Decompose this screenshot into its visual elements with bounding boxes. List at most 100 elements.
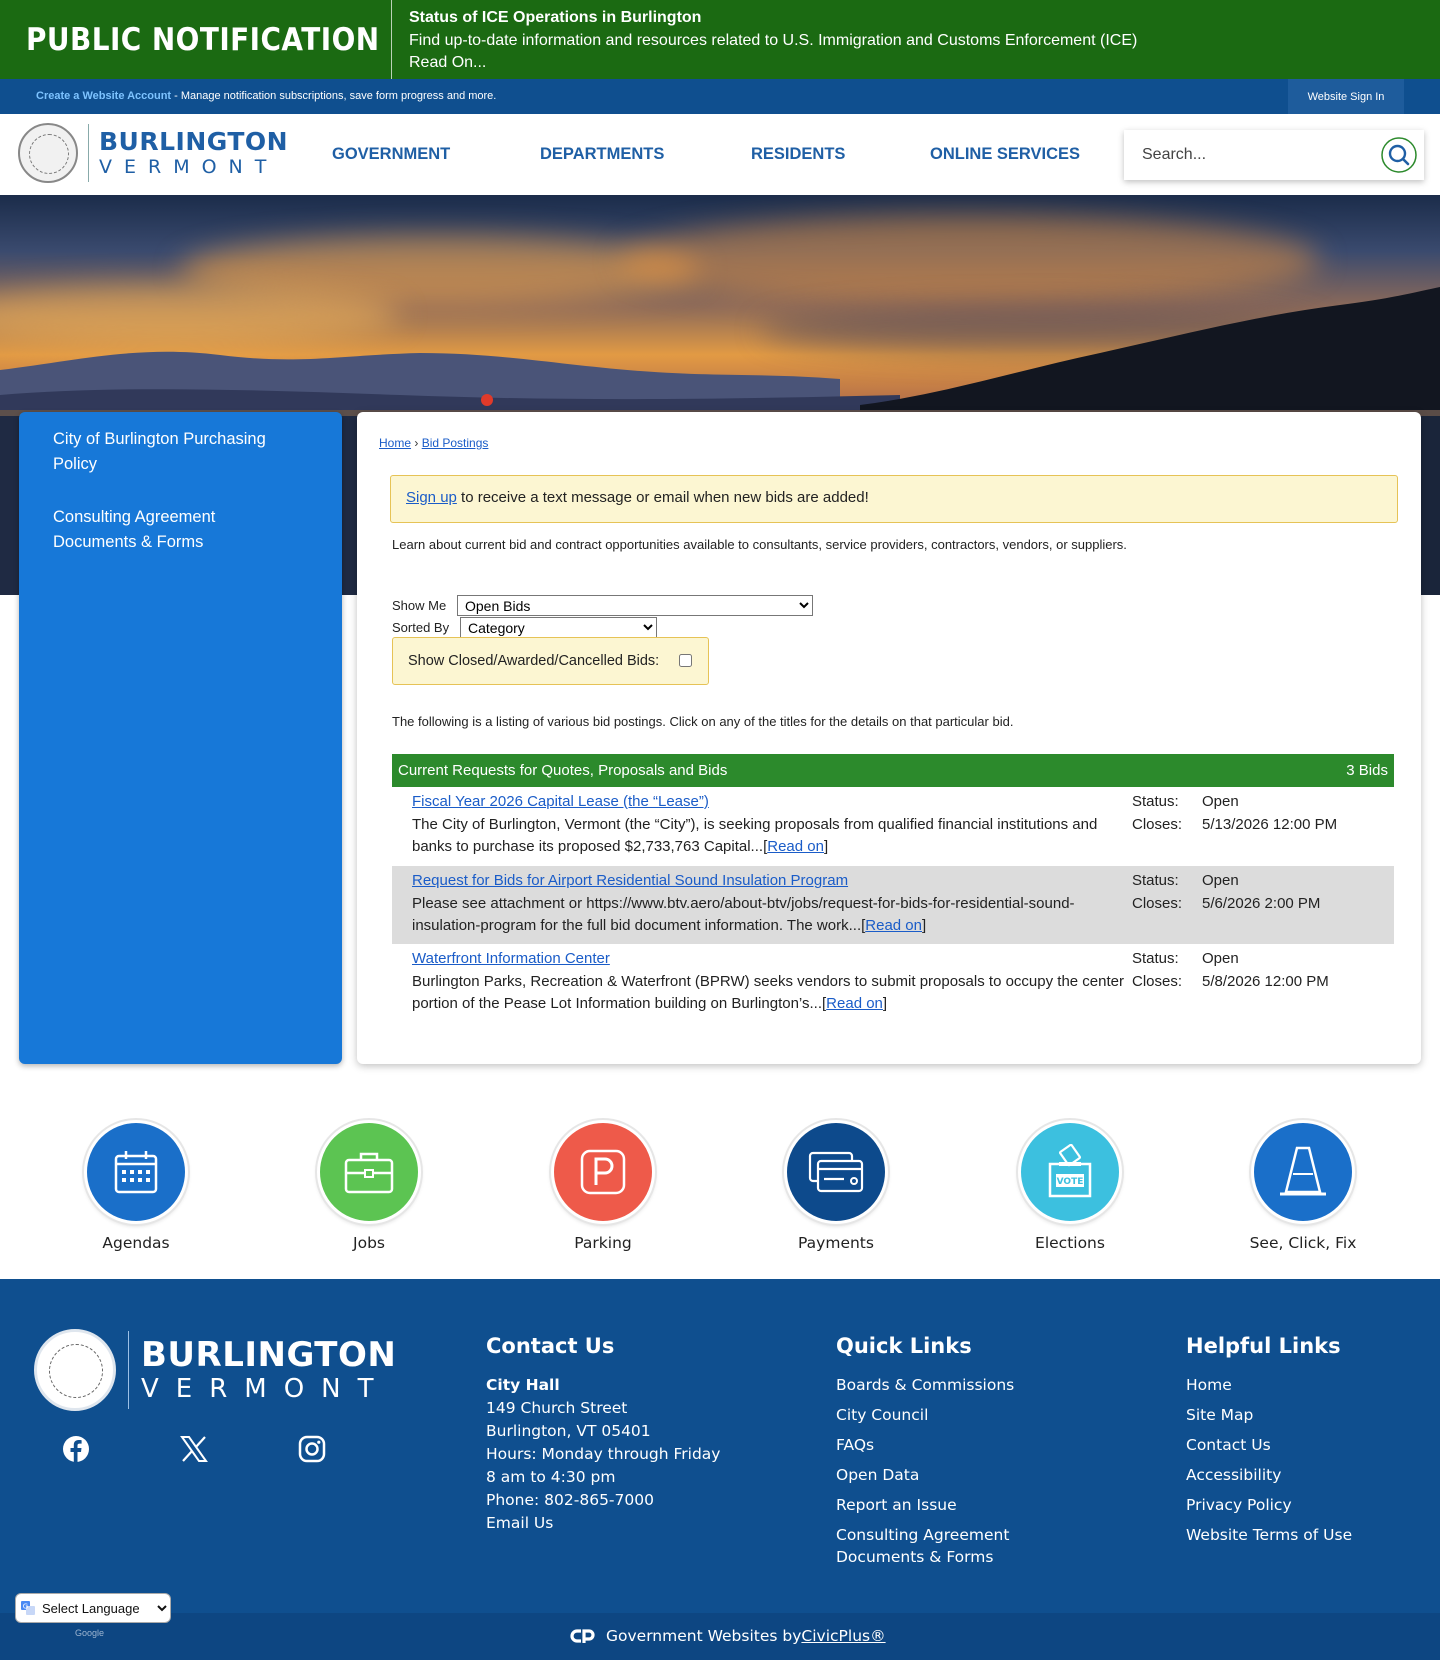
translate-icon: G [21, 1601, 35, 1615]
contact-hours: Hours: Monday through Friday [486, 1445, 721, 1463]
nav-government[interactable]: GOVERNMENT [332, 145, 450, 164]
briefcase-icon [344, 1152, 394, 1194]
bid-title-link[interactable]: Fiscal Year 2026 Capital Lease (the “Lea… [412, 793, 709, 810]
quick-link-elections[interactable]: VOTE Elections [1000, 1120, 1140, 1252]
payments-label: Payments [798, 1234, 874, 1252]
nav-online-services[interactable]: ONLINE SERVICES [930, 145, 1080, 164]
payment-card-icon [808, 1151, 864, 1193]
show-me-select[interactable]: Open Bids [457, 595, 813, 616]
quick-link-see-click-fix[interactable]: See, Click, Fix [1233, 1120, 1373, 1252]
sidebar-item-purchasing-policy[interactable]: City of Burlington Purchasing Policy [53, 427, 303, 477]
site-footer: BURLINGTON VERMONT Contact Us City Hall … [0, 1279, 1440, 1613]
footer-logo[interactable]: BURLINGTON VERMONT [34, 1329, 396, 1411]
elections-label: Elections [1035, 1234, 1105, 1252]
bid-row: Request for Bids for Airport Residential… [392, 866, 1394, 944]
x-twitter-icon[interactable] [179, 1434, 209, 1464]
bid-meta: Status: Open Closes: 5/8/2026 12:00 PM [1132, 948, 1392, 993]
nav-residents[interactable]: RESIDENTS [751, 145, 845, 164]
civicplus-link[interactable]: CivicPlus® [801, 1627, 885, 1645]
quick-link-agendas[interactable]: Agendas [66, 1120, 206, 1252]
bid-closes: 5/6/2026 2:00 PM [1202, 894, 1321, 912]
footer-link-privacy-policy[interactable]: Privacy Policy [1186, 1494, 1352, 1516]
sorted-by-label: Sorted By [392, 620, 450, 635]
breadcrumb-home[interactable]: Home [379, 436, 411, 450]
bid-read-on-link[interactable]: Read on [767, 838, 824, 855]
create-account-description: - Manage notification subscriptions, sav… [171, 90, 497, 102]
breadcrumb: Home › Bid Postings [379, 436, 488, 450]
footer-link-open-data[interactable]: Open Data [836, 1464, 1026, 1486]
sidebar-item-consulting-agreement[interactable]: Consulting Agreement Documents & Forms [53, 505, 303, 555]
bid-closes-label: Closes: [1132, 972, 1183, 990]
bid-read-on-link[interactable]: Read on [826, 995, 883, 1012]
jobs-label: Jobs [353, 1234, 385, 1252]
agendas-circle [84, 1120, 188, 1224]
footer-logo-line-1: BURLINGTON [141, 1335, 397, 1375]
logo-divider [88, 124, 89, 182]
instagram-icon[interactable] [297, 1434, 327, 1464]
signup-text: to receive a text message or email when … [456, 489, 869, 506]
bid-description: Please see attachment or https://www.btv… [412, 894, 1075, 935]
logo-line-1: BURLINGTON [99, 127, 289, 156]
facebook-icon[interactable] [61, 1434, 91, 1464]
create-account-link[interactable]: Create a Website Account [36, 90, 171, 102]
signup-link[interactable]: Sign up [406, 489, 457, 506]
bid-meta: Status: Open Closes: 5/6/2026 2:00 PM [1132, 870, 1392, 915]
bid-status-label: Status: [1132, 872, 1179, 889]
footer-logo-line-2: VERMONT [141, 1374, 391, 1404]
footer-link-consulting-agreement[interactable]: Consulting Agreement Documents & Forms [836, 1524, 1026, 1568]
bid-title-link[interactable]: Waterfront Information Center [412, 950, 610, 967]
bid-status-label: Status: [1132, 793, 1179, 810]
breadcrumb-separator: › [414, 436, 419, 450]
language-select[interactable]: Select Language [15, 1593, 171, 1623]
site-header: BURLINGTON VERMONT GOVERNMENT DEPARTMENT… [0, 114, 1440, 195]
footer-link-city-council[interactable]: City Council [836, 1404, 1026, 1426]
signup-notice: Sign up to receive a text message or ema… [390, 475, 1398, 523]
footer-link-terms-of-use[interactable]: Website Terms of Use [1186, 1524, 1352, 1546]
website-sign-in-button[interactable]: Website Sign In [1288, 79, 1404, 114]
contact-address-street: 149 Church Street [486, 1399, 628, 1417]
google-translate-note: Google [75, 1628, 105, 1638]
sorted-by-select[interactable]: Category [460, 617, 657, 638]
breadcrumb-bid-postings[interactable]: Bid Postings [422, 436, 489, 450]
footer-link-accessibility[interactable]: Accessibility [1186, 1464, 1352, 1486]
intro-text: Learn about current bid and contract opp… [392, 537, 1127, 552]
bid-status: Open [1202, 950, 1239, 967]
bid-read-on-link[interactable]: Read on [865, 917, 922, 934]
contact-address-city: Burlington, VT 05401 [486, 1422, 651, 1440]
footer-link-boards[interactable]: Boards & Commissions [836, 1374, 1026, 1396]
bid-description: The City of Burlington, Vermont (the “Ci… [412, 815, 1098, 856]
show-closed-bids-label: Show Closed/Awarded/Cancelled Bids: [408, 653, 660, 669]
alert-read-on-link[interactable]: Read On... [409, 52, 1137, 75]
contact-email-link[interactable]: Email Us [486, 1512, 720, 1535]
footer-link-site-map[interactable]: Site Map [1186, 1404, 1352, 1426]
bid-status: Open [1202, 793, 1239, 810]
burlington-logo[interactable]: BURLINGTON VERMONT [18, 123, 288, 183]
bid-row: Fiscal Year 2026 Capital Lease (the “Lea… [392, 787, 1394, 865]
alert-message[interactable]: Status of ICE Operations in Burlington F… [392, 0, 1137, 79]
footer-link-report-issue[interactable]: Report an Issue [836, 1494, 1026, 1516]
footer-link-contact-us[interactable]: Contact Us [1186, 1434, 1352, 1456]
public-notification-banner: PUBLIC NOTIFICATION Status of ICE Operat… [0, 0, 1440, 79]
logo-line-2: VERMONT [99, 156, 279, 178]
bid-title-link[interactable]: Request for Bids for Airport Residential… [412, 872, 848, 889]
search-input[interactable] [1134, 138, 1374, 172]
nav-departments[interactable]: DEPARTMENTS [540, 145, 664, 164]
quick-link-payments[interactable]: Payments [766, 1120, 906, 1252]
search-button[interactable] [1380, 137, 1418, 173]
contact-name: City Hall [486, 1376, 560, 1394]
show-me-label: Show Me [392, 598, 447, 613]
quick-links-heading: Quick Links [836, 1334, 972, 1358]
bids-category-header: Current Requests for Quotes, Proposals a… [392, 754, 1394, 787]
contact-phone: Phone: 802-865-7000 [486, 1491, 654, 1509]
agendas-label: Agendas [102, 1234, 170, 1252]
payments-circle [784, 1120, 888, 1224]
footer-link-faqs[interactable]: FAQs [836, 1434, 1026, 1456]
show-closed-bids-checkbox[interactable] [679, 654, 692, 667]
footer-link-home[interactable]: Home [1186, 1374, 1352, 1396]
footer-helpful-links-column: Helpful Links Home Site Map Contact Us A… [1186, 1334, 1352, 1554]
powered-by-text: Government Websites by [606, 1627, 802, 1645]
alert-heading[interactable]: Status of ICE Operations in Burlington [409, 7, 1137, 30]
quick-link-parking[interactable]: Parking [533, 1120, 673, 1252]
main-content: Home › Bid Postings Sign up to receive a… [357, 412, 1421, 1064]
quick-link-jobs[interactable]: Jobs [299, 1120, 439, 1252]
